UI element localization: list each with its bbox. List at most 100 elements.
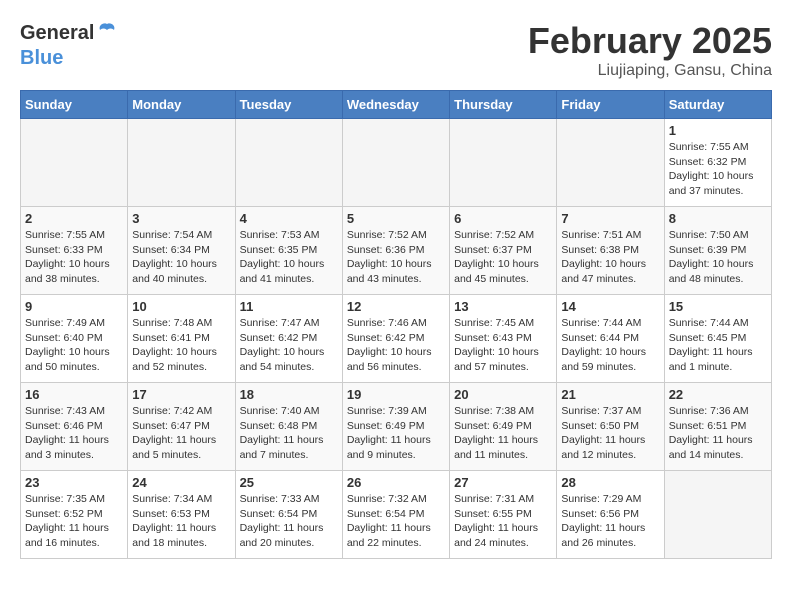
calendar-week-5: 23 Sunrise: 7:35 AM Sunset: 6:52 PM Dayli… [21, 471, 772, 559]
day-number: 19 [347, 387, 445, 402]
day-info: Sunrise: 7:49 AM Sunset: 6:40 PM Dayligh… [25, 316, 123, 375]
calendar-table: SundayMondayTuesdayWednesdayThursdayFrid… [20, 90, 772, 559]
calendar-cell: 26Sunrise: 7:32 AM Sunset: 6:54 PM Dayli… [342, 471, 449, 559]
calendar-cell: 13 Sunrise: 7:45 AM Sunset: 6:43 PM Dayli… [450, 295, 557, 383]
day-number: 10 [132, 299, 230, 314]
calendar-cell: 2Sunrise: 7:55 AM Sunset: 6:33 PM Daylig… [21, 207, 128, 295]
day-number: 7 [561, 211, 659, 226]
weekday-header-wednesday: Wednesday [342, 91, 449, 119]
day-info: Sunrise: 7:52 AM Sunset: 6:36 PM Dayligh… [347, 228, 445, 287]
calendar-cell: 17 Sunrise: 7:42 AM Sunset: 6:47 PM Dayli… [128, 383, 235, 471]
day-number: 23 [25, 475, 123, 490]
day-number: 16 [25, 387, 123, 402]
day-info: Sunrise: 7:51 AM Sunset: 6:38 PM Dayligh… [561, 228, 659, 287]
day-number: 17 [132, 387, 230, 402]
day-info: Sunrise: 7:35 AM Sunset: 6:52 PM Dayligh… [25, 492, 123, 551]
calendar-cell: 22 Sunrise: 7:36 AM Sunset: 6:51 PM Dayli… [664, 383, 771, 471]
calendar-cell: 12 Sunrise: 7:46 AM Sunset: 6:42 PM Dayli… [342, 295, 449, 383]
day-info: Sunrise: 7:50 AM Sunset: 6:39 PM Dayligh… [669, 228, 767, 287]
day-info: Sunrise: 7:55 AM Sunset: 6:33 PM Dayligh… [25, 228, 123, 287]
weekday-header-tuesday: Tuesday [235, 91, 342, 119]
day-info: Sunrise: 7:46 AM Sunset: 6:42 PM Dayligh… [347, 316, 445, 375]
day-number: 28 [561, 475, 659, 490]
calendar-cell [557, 119, 664, 207]
calendar-week-1: 1 Sunrise: 7:55 AM Sunset: 6:32 PM Daylig… [21, 119, 772, 207]
day-number: 6 [454, 211, 552, 226]
day-number: 5 [347, 211, 445, 226]
calendar-cell: 27Sunrise: 7:31 AM Sunset: 6:55 PM Dayli… [450, 471, 557, 559]
day-info: Sunrise: 7:47 AM Sunset: 6:42 PM Dayligh… [240, 316, 338, 375]
day-number: 13 [454, 299, 552, 314]
day-info: Sunrise: 7:32 AM Sunset: 6:54 PM Dayligh… [347, 492, 445, 551]
day-number: 15 [669, 299, 767, 314]
calendar-cell: 11 Sunrise: 7:47 AM Sunset: 6:42 PM Dayli… [235, 295, 342, 383]
day-number: 22 [669, 387, 767, 402]
day-number: 11 [240, 299, 338, 314]
calendar-cell: 7 Sunrise: 7:51 AM Sunset: 6:38 PM Daylig… [557, 207, 664, 295]
day-number: 27 [454, 475, 552, 490]
day-number: 25 [240, 475, 338, 490]
calendar-cell: 24 Sunrise: 7:34 AM Sunset: 6:53 PM Dayli… [128, 471, 235, 559]
calendar-cell: 10Sunrise: 7:48 AM Sunset: 6:41 PM Dayli… [128, 295, 235, 383]
calendar-cell: 8 Sunrise: 7:50 AM Sunset: 6:39 PM Daylig… [664, 207, 771, 295]
day-number: 21 [561, 387, 659, 402]
calendar-cell: 25Sunrise: 7:33 AM Sunset: 6:54 PM Dayli… [235, 471, 342, 559]
logo-bird-icon [96, 20, 118, 47]
calendar-title: February 2025 [528, 20, 772, 62]
weekday-header-saturday: Saturday [664, 91, 771, 119]
calendar-cell: 20Sunrise: 7:38 AM Sunset: 6:49 PM Dayli… [450, 383, 557, 471]
weekday-header-thursday: Thursday [450, 91, 557, 119]
day-number: 14 [561, 299, 659, 314]
calendar-cell [128, 119, 235, 207]
calendar-week-3: 9 Sunrise: 7:49 AM Sunset: 6:40 PM Daylig… [21, 295, 772, 383]
calendar-cell: 9 Sunrise: 7:49 AM Sunset: 6:40 PM Daylig… [21, 295, 128, 383]
day-number: 24 [132, 475, 230, 490]
calendar-cell: 1 Sunrise: 7:55 AM Sunset: 6:32 PM Daylig… [664, 119, 771, 207]
day-number: 18 [240, 387, 338, 402]
day-number: 3 [132, 211, 230, 226]
calendar-cell: 16 Sunrise: 7:43 AM Sunset: 6:46 PM Dayli… [21, 383, 128, 471]
day-info: Sunrise: 7:53 AM Sunset: 6:35 PM Dayligh… [240, 228, 338, 287]
day-info: Sunrise: 7:42 AM Sunset: 6:47 PM Dayligh… [132, 404, 230, 463]
calendar-cell [664, 471, 771, 559]
day-info: Sunrise: 7:36 AM Sunset: 6:51 PM Dayligh… [669, 404, 767, 463]
logo-blue: Blue [20, 47, 63, 69]
day-info: Sunrise: 7:29 AM Sunset: 6:56 PM Dayligh… [561, 492, 659, 551]
day-number: 8 [669, 211, 767, 226]
calendar-cell: 19 Sunrise: 7:39 AM Sunset: 6:49 PM Dayli… [342, 383, 449, 471]
calendar-week-2: 2Sunrise: 7:55 AM Sunset: 6:33 PM Daylig… [21, 207, 772, 295]
day-info: Sunrise: 7:43 AM Sunset: 6:46 PM Dayligh… [25, 404, 123, 463]
day-info: Sunrise: 7:52 AM Sunset: 6:37 PM Dayligh… [454, 228, 552, 287]
calendar-subtitle: Liujiaping, Gansu, China [528, 62, 772, 80]
day-info: Sunrise: 7:38 AM Sunset: 6:49 PM Dayligh… [454, 404, 552, 463]
day-info: Sunrise: 7:44 AM Sunset: 6:44 PM Dayligh… [561, 316, 659, 375]
calendar-cell: 23 Sunrise: 7:35 AM Sunset: 6:52 PM Dayli… [21, 471, 128, 559]
calendar-cell: 15 Sunrise: 7:44 AM Sunset: 6:45 PM Dayli… [664, 295, 771, 383]
calendar-cell [21, 119, 128, 207]
day-info: Sunrise: 7:34 AM Sunset: 6:53 PM Dayligh… [132, 492, 230, 551]
calendar-cell: 14 Sunrise: 7:44 AM Sunset: 6:44 PM Dayli… [557, 295, 664, 383]
page-header: General Blue February 2025 Liujiaping, G… [20, 20, 772, 80]
calendar-cell: 28 Sunrise: 7:29 AM Sunset: 6:56 PM Dayli… [557, 471, 664, 559]
weekday-header-sunday: Sunday [21, 91, 128, 119]
calendar-cell [342, 119, 449, 207]
day-info: Sunrise: 7:39 AM Sunset: 6:49 PM Dayligh… [347, 404, 445, 463]
day-number: 12 [347, 299, 445, 314]
day-info: Sunrise: 7:45 AM Sunset: 6:43 PM Dayligh… [454, 316, 552, 375]
calendar-cell: 3Sunrise: 7:54 AM Sunset: 6:34 PM Daylig… [128, 207, 235, 295]
calendar-week-4: 16 Sunrise: 7:43 AM Sunset: 6:46 PM Dayli… [21, 383, 772, 471]
day-info: Sunrise: 7:44 AM Sunset: 6:45 PM Dayligh… [669, 316, 767, 375]
weekday-header-row: SundayMondayTuesdayWednesdayThursdayFrid… [21, 91, 772, 119]
calendar-cell: 4 Sunrise: 7:53 AM Sunset: 6:35 PM Daylig… [235, 207, 342, 295]
weekday-header-monday: Monday [128, 91, 235, 119]
day-info: Sunrise: 7:37 AM Sunset: 6:50 PM Dayligh… [561, 404, 659, 463]
day-info: Sunrise: 7:40 AM Sunset: 6:48 PM Dayligh… [240, 404, 338, 463]
day-number: 9 [25, 299, 123, 314]
calendar-cell: 21 Sunrise: 7:37 AM Sunset: 6:50 PM Dayli… [557, 383, 664, 471]
title-section: February 2025 Liujiaping, Gansu, China [528, 20, 772, 80]
day-number: 1 [669, 123, 767, 138]
calendar-cell [235, 119, 342, 207]
day-info: Sunrise: 7:55 AM Sunset: 6:32 PM Dayligh… [669, 140, 767, 199]
calendar-cell: 18 Sunrise: 7:40 AM Sunset: 6:48 PM Dayli… [235, 383, 342, 471]
day-number: 4 [240, 211, 338, 226]
